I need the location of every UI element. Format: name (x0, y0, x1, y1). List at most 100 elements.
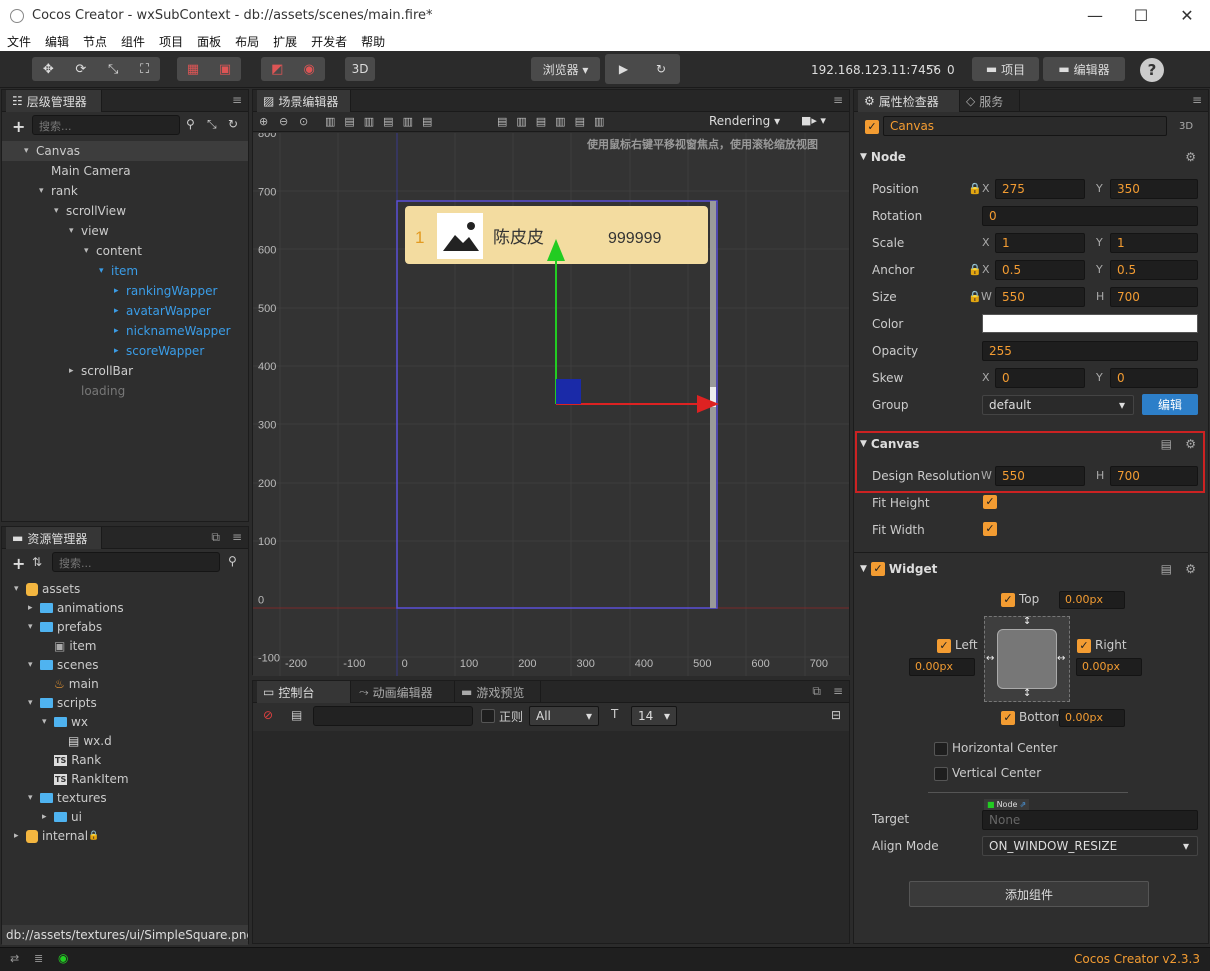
tab-services[interactable]: ◇ 服务 (960, 90, 1020, 112)
panel-menu-icon[interactable]: ≡ (833, 684, 843, 698)
console-filter-input[interactable] (313, 706, 473, 726)
tab-assets[interactable]: ▬ 资源管理器 (6, 527, 102, 549)
top-margin-input[interactable]: 0.00px (1059, 591, 1125, 609)
font-size-select[interactable]: 14 ▾ (631, 706, 677, 726)
canvas-section-header[interactable]: ▼ Canvas ▤ ⚙ (854, 431, 1210, 457)
asset-row[interactable]: ▾ scripts (2, 693, 97, 713)
refresh-button[interactable]: ↻ (656, 62, 666, 76)
group-select[interactable]: default ▾ (982, 394, 1134, 415)
global-icon[interactable]: ▣ (219, 62, 231, 77)
tab-scene[interactable]: ▨ 场景编辑器 (257, 90, 351, 112)
popout-icon[interactable]: ⧉ (812, 684, 821, 699)
position-y-input[interactable]: 350 (1110, 178, 1198, 199)
bottom-margin-input[interactable]: 0.00px (1059, 709, 1125, 727)
hierarchy-node-row[interactable]: ▸ scoreWapper (2, 341, 248, 361)
top-checkbox[interactable]: ✓ (1001, 593, 1015, 607)
design-width-input[interactable]: 550 (995, 465, 1085, 486)
lock-icon[interactable]: 🔒 (968, 290, 982, 303)
rendering-dropdown[interactable]: Rendering ▾ (709, 114, 780, 128)
play-button[interactable]: ▶ (619, 62, 628, 76)
chevron-down-icon[interactable]: ▾ (28, 698, 40, 708)
collapse-log-icon[interactable]: ⊟ (831, 708, 841, 722)
tab-animation[interactable]: ⤳ 动画编辑器 (353, 681, 455, 703)
widget-enabled-checkbox[interactable]: ✓ (870, 562, 885, 576)
zoom-out-icon[interactable]: ⊖ (279, 115, 288, 128)
size-w-input[interactable]: 550 (995, 286, 1085, 307)
design-height-input[interactable]: 700 (1110, 465, 1198, 486)
chevron-down-icon[interactable]: ▾ (42, 717, 54, 727)
fit-height-checkbox[interactable]: ✓ (983, 495, 997, 509)
hierarchy-node-row[interactable]: ▾ scrollView (2, 201, 248, 221)
asset-row[interactable]: TS Rank (2, 750, 101, 770)
hierarchy-node-row[interactable]: ▸ avatarWapper (2, 301, 248, 321)
left-margin-input[interactable]: 0.00px (909, 658, 975, 676)
asset-row[interactable]: ▸ ui (2, 807, 82, 827)
bottom-checkbox[interactable]: ✓ (1001, 711, 1015, 725)
sort-icon[interactable]: ⇅ (32, 555, 42, 569)
chevron-down-icon[interactable]: ▾ (69, 226, 81, 236)
maximize-button[interactable]: ☐ (1118, 0, 1164, 31)
sync-icon[interactable]: ⇄ (10, 952, 19, 965)
panel-menu-icon[interactable]: ≡ (1192, 93, 1202, 107)
menu-help[interactable]: 帮助 (354, 33, 392, 50)
assets-search-input[interactable]: 搜索... (52, 552, 220, 572)
scale-y-input[interactable]: 1 (1110, 232, 1198, 253)
help-doc-icon[interactable]: ▤ (1161, 437, 1172, 451)
search-icon[interactable]: ⚲ (186, 117, 195, 131)
tab-game-preview[interactable]: ▬ 游戏预览 (455, 681, 541, 703)
gizmo-center-handle[interactable] (556, 379, 581, 404)
hierarchy-node-row[interactable]: ▾ item (2, 261, 248, 281)
hierarchy-node-row[interactable]: ▾ Canvas (2, 141, 248, 161)
chevron-right-icon[interactable]: ▸ (114, 286, 126, 296)
regex-checkbox[interactable] (481, 709, 495, 723)
chevron-down-icon[interactable]: ▾ (99, 266, 111, 276)
help-button[interactable]: ? (1140, 58, 1164, 82)
menu-component[interactable]: 组件 (114, 33, 152, 50)
chevron-right-icon[interactable]: ▸ (14, 831, 26, 841)
hierarchy-node-row[interactable]: ▸ nicknameWapper (2, 321, 248, 341)
chevron-down-icon[interactable]: ▾ (28, 622, 40, 632)
node-section-header[interactable]: ▼ Node ⚙ (854, 144, 1210, 170)
scene-canvas[interactable]: 1 陈皮皮 999999 800 700 600 500 400 300 200 100 0 -1… (253, 133, 849, 676)
target-node-input[interactable]: None (982, 810, 1198, 830)
zoom-reset-icon[interactable]: ⊙ (299, 115, 308, 128)
chevron-down-icon[interactable]: ▾ (24, 146, 36, 156)
chevron-right-icon[interactable]: ▸ (28, 603, 40, 613)
log-level-select[interactable]: All ▾ (529, 706, 599, 726)
skew-x-input[interactable]: 0 (995, 367, 1085, 388)
refresh-icon[interactable]: ↻ (228, 117, 238, 131)
chevron-down-icon[interactable]: ▾ (54, 206, 66, 216)
editor-button[interactable]: ▬ 编辑器 (1043, 57, 1125, 81)
right-margin-input[interactable]: 0.00px (1076, 658, 1142, 676)
gear-icon[interactable]: ⚙ (1185, 437, 1196, 451)
distribute-tools-icon[interactable]: ▤▥▤▥▤▥ (497, 115, 613, 128)
asset-row[interactable]: ♨ main (2, 674, 99, 694)
collapse-icon[interactable]: ⤡ (207, 117, 217, 132)
align-mode-select[interactable]: ON_WINDOW_RESIZE ▾ (982, 836, 1198, 856)
chevron-down-icon[interactable]: ▾ (39, 186, 51, 196)
hierarchy-node-row[interactable]: loading (2, 381, 248, 401)
chevron-down-icon[interactable]: ▾ (28, 793, 40, 803)
chevron-down-icon[interactable]: ▾ (84, 246, 96, 256)
hierarchy-search-input[interactable]: 搜索... (32, 115, 180, 135)
scale-x-input[interactable]: 1 (995, 232, 1085, 253)
menu-layout[interactable]: 布局 (228, 33, 266, 50)
snap-icon[interactable]: ◩ (271, 62, 283, 77)
console-log-area[interactable] (253, 731, 849, 943)
minimize-button[interactable]: — (1072, 0, 1118, 31)
pivot-icon[interactable]: ▦ (187, 62, 199, 77)
rotation-input[interactable]: 0 (982, 205, 1198, 226)
asset-row[interactable]: ▸ animations (2, 598, 124, 618)
asset-row[interactable]: ▾ prefabs (2, 617, 102, 637)
clear-console-icon[interactable]: ⊘ (263, 708, 273, 722)
node-name-input[interactable]: Canvas (883, 116, 1167, 136)
chevron-down-icon[interactable]: ▾ (14, 584, 26, 594)
chevron-right-icon[interactable]: ▸ (114, 306, 126, 316)
add-asset-button[interactable]: + (12, 554, 25, 573)
anchor-y-input[interactable]: 0.5 (1110, 259, 1198, 280)
fit-width-checkbox[interactable]: ✓ (983, 522, 997, 536)
lock-icon[interactable]: 🔒 (968, 263, 982, 276)
rect-tool-icon[interactable]: ⛶ (140, 62, 149, 77)
rotate-tool-icon[interactable]: ⟳ (75, 62, 86, 77)
hierarchy-node-row[interactable]: Main Camera (2, 161, 248, 181)
